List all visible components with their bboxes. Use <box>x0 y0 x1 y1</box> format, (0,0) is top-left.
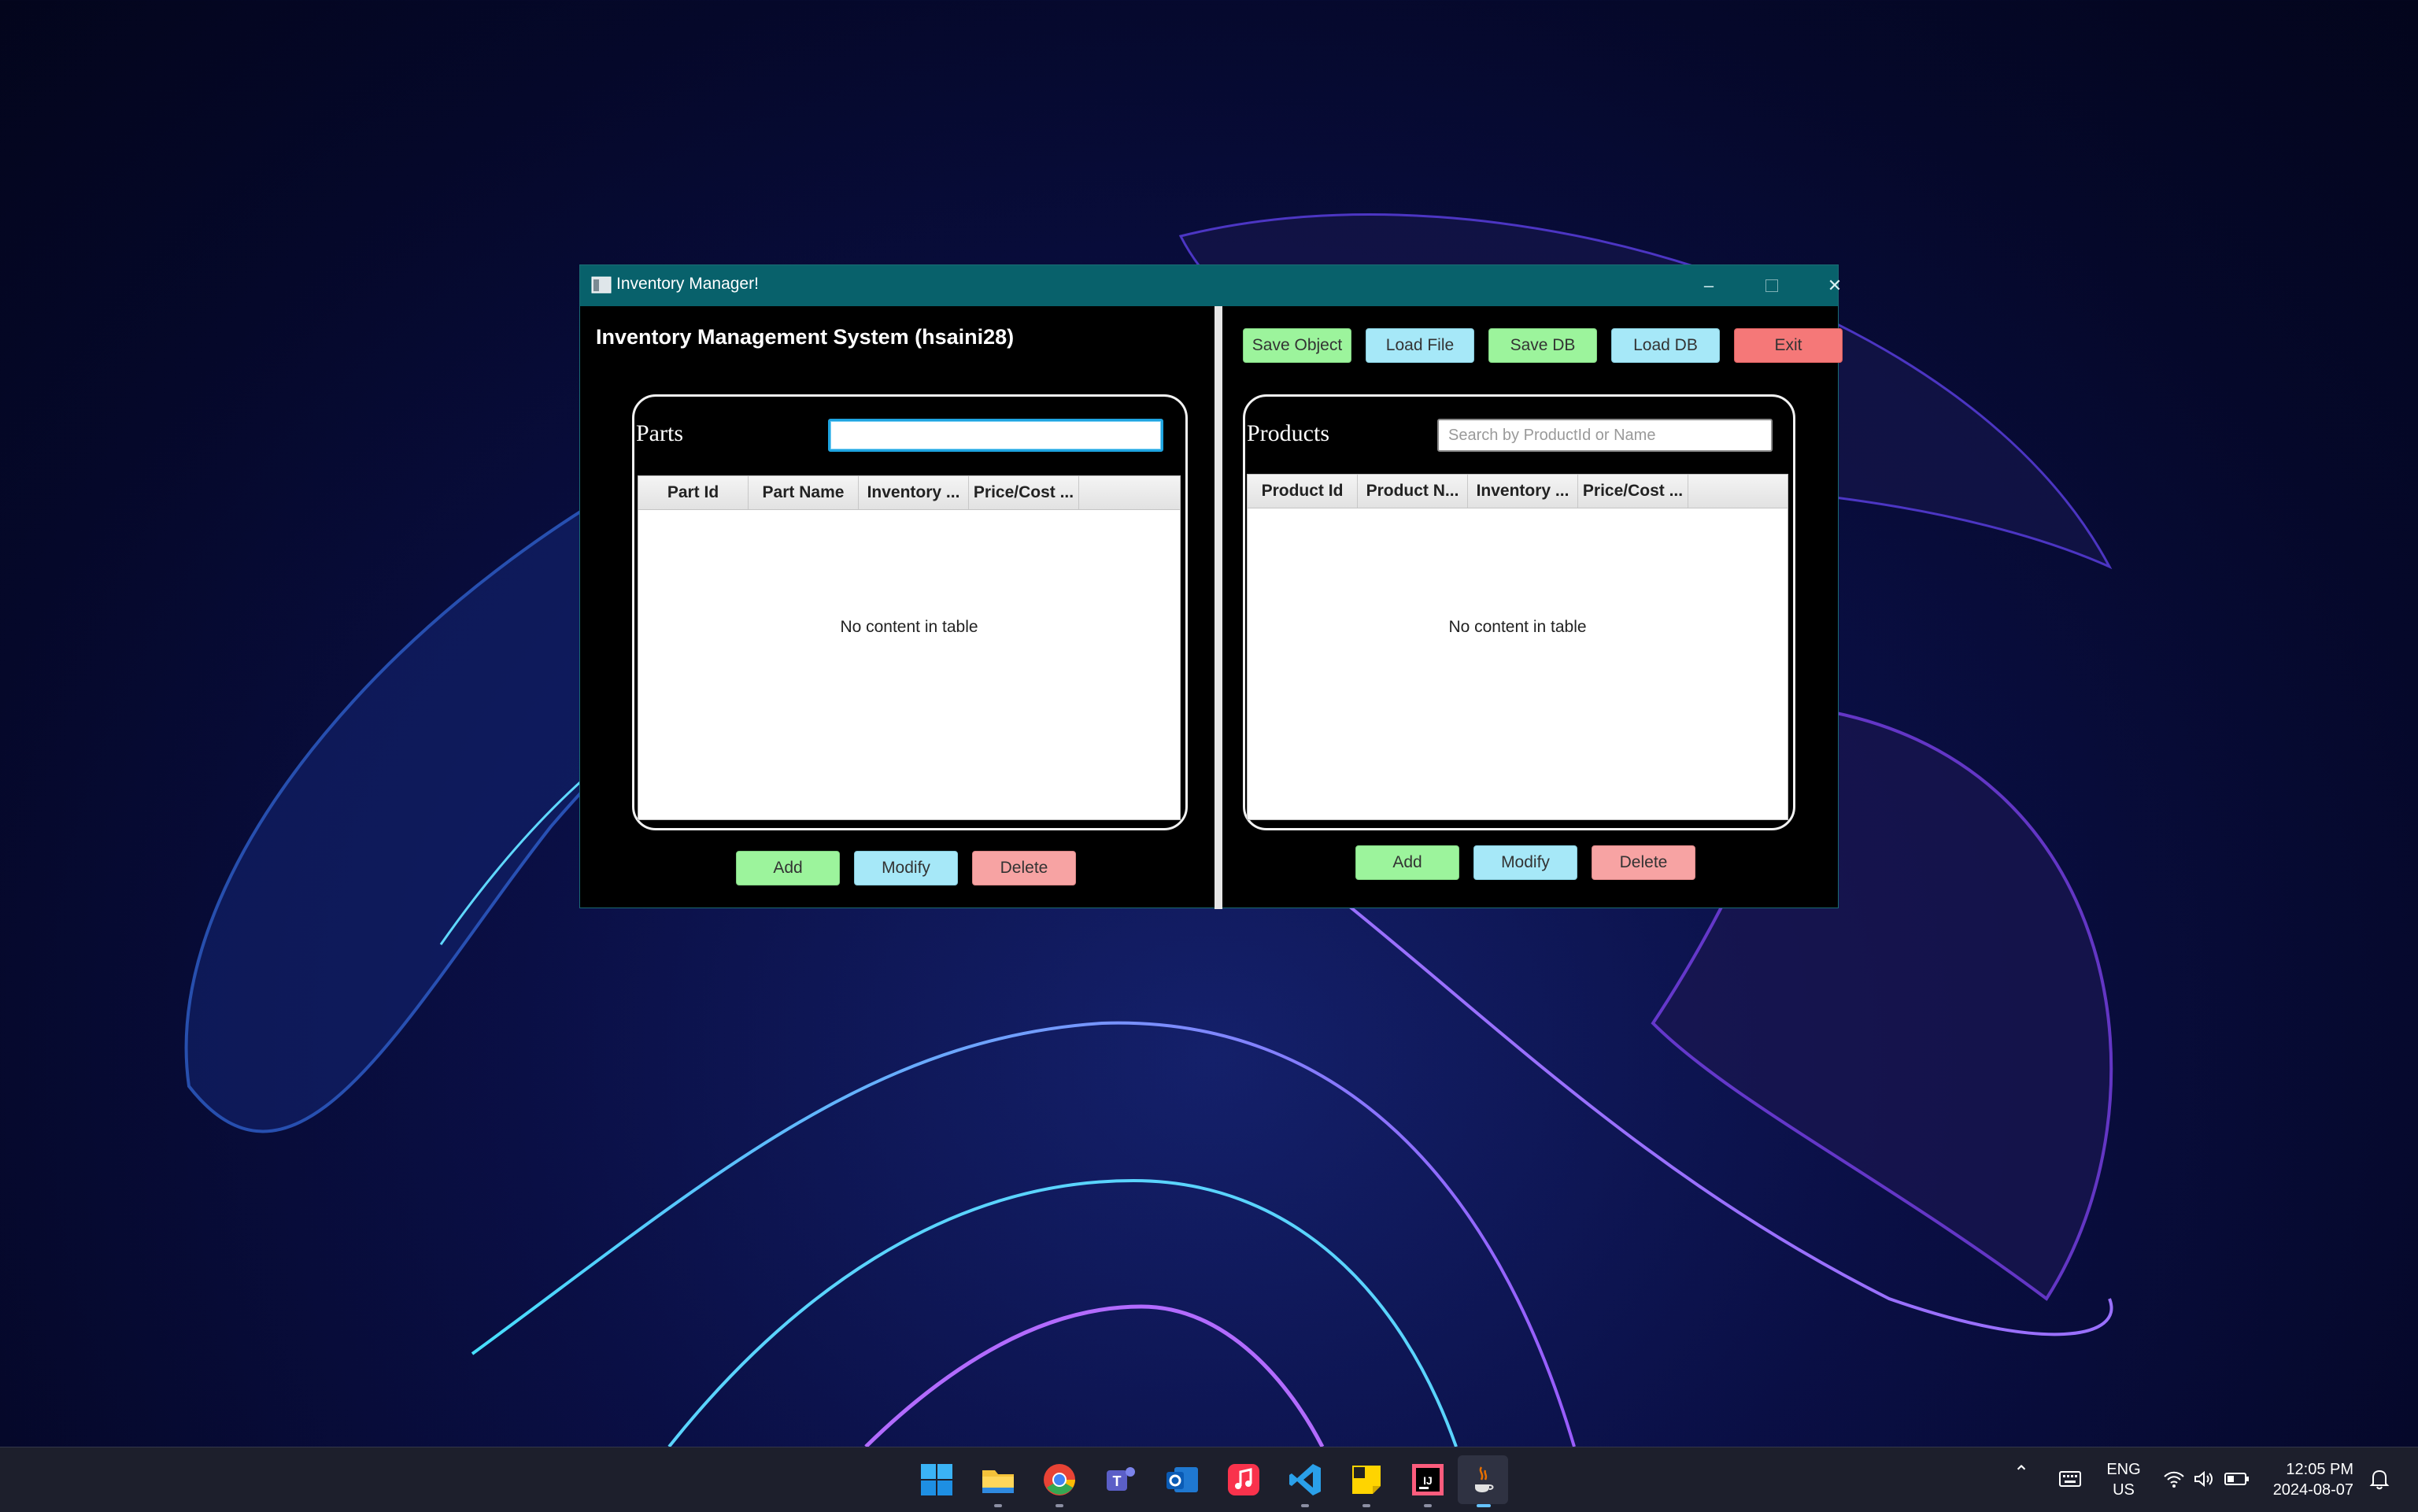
parts-delete-button[interactable]: Delete <box>972 851 1076 885</box>
java-icon[interactable] <box>1464 1461 1502 1499</box>
products-add-button[interactable]: Add <box>1355 845 1459 880</box>
vscode-running-indicator <box>1301 1504 1309 1507</box>
load-db-button[interactable]: Load DB <box>1611 328 1720 363</box>
products-empty-message: No content in table <box>1448 618 1587 636</box>
chevron-up-icon[interactable]: ⌃ <box>2013 1463 2029 1484</box>
products-delete-button[interactable]: Delete <box>1592 845 1695 880</box>
products-search-input[interactable] <box>1437 419 1773 452</box>
save-object-button[interactable]: Save Object <box>1243 328 1351 363</box>
chrome-icon[interactable] <box>1041 1461 1078 1499</box>
java-active-indicator <box>1477 1504 1491 1507</box>
column-product-id[interactable]: Product Id <box>1248 475 1358 508</box>
parts-modify-button[interactable]: Modify <box>854 851 958 885</box>
column-part-id[interactable]: Part Id <box>638 476 749 509</box>
language-indicator[interactable]: ENG US <box>2102 1459 2146 1500</box>
battery-icon[interactable] <box>2224 1471 2250 1487</box>
products-modify-button[interactable]: Modify <box>1473 845 1577 880</box>
column-product-name[interactable]: Product N... <box>1358 475 1468 508</box>
products-panel: Products Product Id Product N... Invento… <box>1243 394 1795 830</box>
language-line2: US <box>2113 1481 2135 1499</box>
app-heading: Inventory Management System (hsaini28) <box>596 325 1015 349</box>
file-explorer-icon[interactable] <box>979 1461 1017 1499</box>
intellij-icon[interactable]: IJ <box>1409 1461 1447 1499</box>
parts-panel: Parts Part Id Part Name Inventory ... Pr… <box>632 394 1188 830</box>
sticky-notes-icon[interactable] <box>1348 1461 1385 1499</box>
parts-label: Parts <box>636 420 683 446</box>
parts-table-header: Part Id Part Name Inventory ... Price/Co… <box>638 476 1180 510</box>
outlook-icon[interactable] <box>1163 1461 1201 1499</box>
parts-empty-message: No content in table <box>840 618 978 636</box>
chrome-running-indicator <box>1056 1504 1063 1507</box>
save-db-button[interactable]: Save DB <box>1488 328 1597 363</box>
teams-icon[interactable]: T <box>1102 1461 1140 1499</box>
taskbar: T IJ ⌃ ENG US 12:05 PM 2024-08-07 <box>0 1447 2418 1512</box>
products-table[interactable]: Product Id Product N... Inventory ... Pr… <box>1247 474 1788 820</box>
notification-bell-icon[interactable] <box>2369 1468 2390 1490</box>
vscode-icon[interactable] <box>1286 1461 1324 1499</box>
svg-text:IJ: IJ <box>1423 1474 1433 1487</box>
exit-button[interactable]: Exit <box>1734 328 1843 363</box>
column-price-cost[interactable]: Price/Cost ... <box>969 476 1079 509</box>
window-title: Inventory Manager! <box>616 275 759 293</box>
products-pane: Save Object Load File Save DB Load DB Ex… <box>1222 306 1843 909</box>
app-window-icon <box>591 276 612 294</box>
title-bar[interactable]: Inventory Manager! – ✕ <box>580 265 1842 306</box>
clock-date: 2024-08-07 <box>2272 1481 2353 1499</box>
minimize-icon[interactable]: – <box>1677 265 1740 306</box>
start-icon[interactable] <box>918 1461 956 1499</box>
maximize-icon[interactable] <box>1740 265 1803 306</box>
products-label: Products <box>1247 420 1329 446</box>
column-inventory[interactable]: Inventory ... <box>1468 475 1578 508</box>
column-part-name[interactable]: Part Name <box>749 476 859 509</box>
sticky-notes-running-indicator <box>1362 1504 1370 1507</box>
parts-table[interactable]: Part Id Part Name Inventory ... Price/Co… <box>638 475 1181 820</box>
language-line1: ENG <box>2106 1461 2141 1478</box>
wifi-icon[interactable] <box>2163 1469 2185 1488</box>
close-icon[interactable]: ✕ <box>1803 265 1866 306</box>
parts-search-input[interactable] <box>828 419 1163 452</box>
column-price-cost[interactable]: Price/Cost ... <box>1578 475 1688 508</box>
column-inventory[interactable]: Inventory ... <box>859 476 969 509</box>
intellij-running-indicator <box>1424 1504 1432 1507</box>
clock-time: 12:05 PM <box>2286 1461 2353 1478</box>
music-icon[interactable] <box>1225 1461 1263 1499</box>
keyboard-icon[interactable] <box>2059 1471 2081 1487</box>
svg-text:T: T <box>1113 1473 1122 1489</box>
parts-add-button[interactable]: Add <box>736 851 840 885</box>
load-file-button[interactable]: Load File <box>1366 328 1474 363</box>
clock[interactable]: 12:05 PM 2024-08-07 <box>2264 1459 2353 1500</box>
parts-pane: Inventory Management System (hsaini28) P… <box>580 306 1215 909</box>
pane-divider[interactable] <box>1215 306 1222 909</box>
volume-icon[interactable] <box>2193 1469 2215 1488</box>
products-table-header: Product Id Product N... Inventory ... Pr… <box>1248 475 1788 508</box>
inventory-manager-window: Inventory Manager! – ✕ Inventory Managem… <box>579 264 1843 909</box>
file-explorer-running-indicator <box>994 1504 1002 1507</box>
